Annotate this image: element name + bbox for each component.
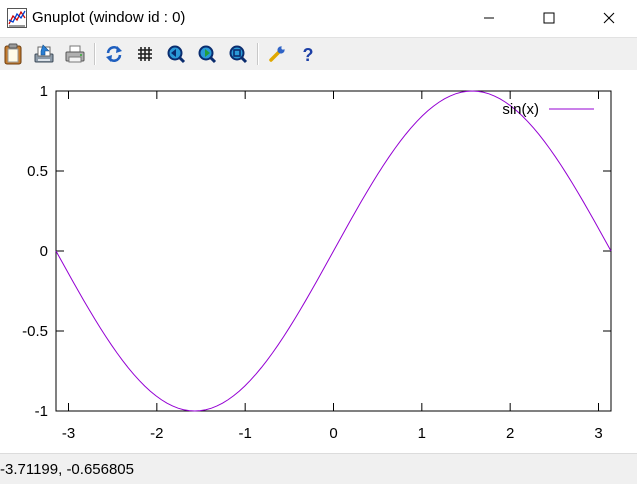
svg-text:?: ?: [303, 45, 314, 64]
grid-icon: [138, 47, 152, 61]
print-icon: [34, 44, 54, 63]
replot-icon: [106, 46, 122, 62]
x-tick-label: 1: [418, 425, 426, 442]
toolbar: ?: [0, 37, 637, 71]
replot-button[interactable]: [102, 42, 126, 66]
help-icon: ?: [303, 45, 314, 64]
options-icon: [269, 46, 285, 62]
x-tick-label: 2: [506, 425, 514, 442]
legend-label: sin(x): [502, 101, 539, 118]
x-tick-label: 3: [594, 425, 602, 442]
status-bar: -3.71199, -0.656805: [0, 453, 637, 484]
toolbar-separator: [94, 43, 96, 65]
zoom-next-icon: [198, 45, 217, 64]
series-line-sin-x: [55, 90, 612, 412]
close-icon: [603, 12, 615, 24]
x-tick-label: -3: [62, 425, 75, 442]
toggle-grid-button[interactable]: [133, 42, 157, 66]
window-title: Gnuplot (window id : 0): [32, 9, 186, 26]
sin-plot-chart[interactable]: -3 -2 -1 0 1 2 3 1 0.5 0 -0.5 -1 sin(x): [0, 70, 637, 453]
x-tick-label: 0: [329, 425, 337, 442]
print-to-file-button[interactable]: [32, 42, 56, 66]
autoscale-button[interactable]: [226, 42, 250, 66]
options-button[interactable]: [265, 42, 289, 66]
printer-icon: [65, 45, 85, 63]
toolbar-separator: [257, 43, 259, 65]
print-button[interactable]: [63, 42, 87, 66]
copy-to-clipboard-button[interactable]: [1, 42, 25, 66]
y-tick-label: 0: [40, 243, 48, 260]
cursor-coordinates: -3.71199, -0.656805: [0, 461, 134, 478]
zoom-previous-button[interactable]: [164, 42, 188, 66]
zoom-previous-icon: [167, 45, 186, 64]
clipboard-icon: [4, 43, 22, 65]
maximize-button[interactable]: [526, 0, 572, 36]
y-tick-label: 0.5: [27, 163, 48, 180]
x-tick-label: -1: [238, 425, 251, 442]
zoom-next-button[interactable]: [195, 42, 219, 66]
x-tick-label: -2: [150, 425, 163, 442]
legend: sin(x): [502, 101, 594, 118]
maximize-icon: [543, 12, 555, 24]
gnuplot-app-icon: [7, 8, 27, 28]
y-tick-label: -0.5: [22, 323, 48, 340]
y-tick-label: 1: [40, 83, 48, 100]
help-button[interactable]: ?: [296, 42, 320, 66]
title-bar: Gnuplot (window id : 0): [0, 0, 637, 36]
plot-area[interactable]: -3 -2 -1 0 1 2 3 1 0.5 0 -0.5 -1 sin(x): [0, 70, 637, 453]
y-tick-label: -1: [35, 403, 48, 420]
minimize-icon: [484, 17, 494, 19]
minimize-button[interactable]: [466, 0, 512, 36]
autoscale-icon: [229, 45, 248, 64]
close-button[interactable]: [586, 0, 632, 36]
